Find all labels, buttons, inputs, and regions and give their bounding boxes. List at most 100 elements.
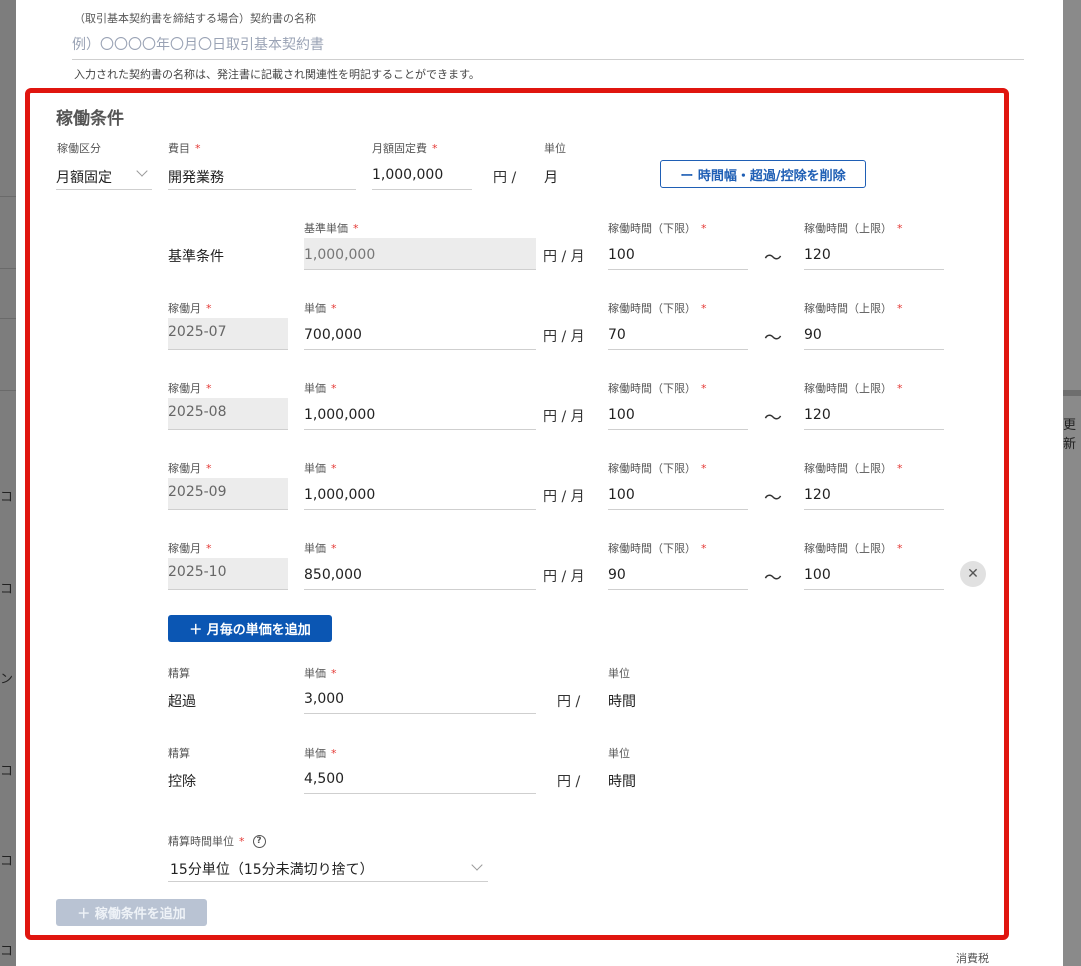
section-title: 稼働条件	[56, 109, 124, 129]
contract-name-help: 入力された契約書の名称は、発注書に記載され関連性を明記することができます。	[74, 68, 480, 81]
background-divider	[1063, 390, 1081, 396]
background-text: コ	[0, 582, 14, 597]
row-unit: 円 / 月	[543, 329, 585, 345]
range-separator: 〜	[764, 248, 782, 269]
background-page-left	[0, 0, 16, 966]
rounding-label: 精算時間単位 * ?	[168, 833, 266, 849]
base-price-input: 1,000,000	[304, 238, 536, 270]
base-upper-input[interactable]: 120	[804, 238, 944, 270]
settlement-unit: 円 /	[557, 774, 581, 790]
lower-hours-input[interactable]: 100	[608, 478, 748, 510]
settlement-unit-label: 単位	[608, 747, 630, 760]
settlement-type: 超過	[168, 694, 196, 710]
month-label: 稼働月 *	[168, 382, 212, 395]
price-label: 単価 *	[304, 542, 337, 555]
contract-name-input[interactable]: 例）〇〇〇〇年〇月〇日取引基本契約書	[72, 30, 1024, 60]
month-field: 2025-09	[168, 478, 288, 510]
background-text: コ	[0, 490, 14, 505]
expense-label: 費目 *	[168, 142, 201, 155]
rounding-value: 15分単位（15分未満切り捨て）	[170, 862, 374, 878]
rounding-select[interactable]: 15分単位（15分未満切り捨て）	[168, 850, 488, 882]
settlement-unit-label: 単位	[608, 667, 630, 680]
tax-label: 消費税	[956, 952, 989, 965]
range-separator: 〜	[764, 488, 782, 509]
upper-label: 稼働時間（上限） *	[804, 302, 903, 315]
remove-range-button[interactable]: ー 時間幅・超過/控除を削除	[660, 160, 866, 188]
background-page-right	[1063, 0, 1081, 966]
month-field: 2025-07	[168, 318, 288, 350]
lower-label: 稼働時間（下限） *	[608, 462, 707, 475]
row-unit: 円 / 月	[543, 409, 585, 425]
upper-label: 稼働時間（上限） *	[804, 462, 903, 475]
add-monthly-price-button[interactable]: ＋ 月毎の単価を追加	[168, 615, 332, 642]
settlement-label: 精算	[168, 667, 190, 680]
base-unit: 円 / 月	[543, 249, 585, 265]
background-text: ン	[0, 672, 14, 687]
highlight-frame	[25, 88, 1009, 940]
lower-hours-input[interactable]: 90	[608, 558, 748, 590]
month-field: 2025-08	[168, 398, 288, 430]
upper-hours-input[interactable]: 120	[804, 478, 944, 510]
upper-label: 稼働時間（上限） *	[804, 382, 903, 395]
unit-price-input[interactable]: 1,000,000	[304, 398, 536, 430]
base-row-label: 基準条件	[168, 249, 224, 265]
row-unit: 円 / 月	[543, 569, 585, 585]
category-value: 月額固定	[56, 170, 112, 186]
settlement-unit: 円 /	[557, 694, 581, 710]
unit-label: 単位	[544, 142, 566, 155]
settlement-unit-value: 時間	[608, 774, 636, 790]
base-lower-label: 稼働時間（下限） *	[608, 222, 707, 235]
fixed-fee-label: 月額固定費 *	[372, 142, 438, 155]
lower-label: 稼働時間（下限） *	[608, 542, 707, 555]
background-text: コ	[0, 764, 14, 779]
background-divider	[0, 196, 16, 197]
lower-hours-input[interactable]: 100	[608, 398, 748, 430]
deduction-price-input[interactable]: 4,500	[304, 762, 536, 794]
base-upper-label: 稼働時間（上限） *	[804, 222, 903, 235]
upper-hours-input[interactable]: 100	[804, 558, 944, 590]
range-separator: 〜	[764, 568, 782, 589]
unit-price-input[interactable]: 1,000,000	[304, 478, 536, 510]
background-text: 更新	[1063, 418, 1077, 452]
upper-label: 稼働時間（上限） *	[804, 542, 903, 555]
lower-label: 稼働時間（下限） *	[608, 382, 707, 395]
category-label: 稼働区分	[57, 142, 101, 155]
month-field: 2025-10	[168, 558, 288, 590]
background-divider	[0, 268, 16, 269]
upper-hours-input[interactable]: 120	[804, 398, 944, 430]
unit-value: 月	[544, 170, 558, 186]
close-icon[interactable]: ✕	[960, 561, 986, 587]
help-icon[interactable]: ?	[252, 834, 266, 848]
base-lower-input[interactable]: 100	[608, 238, 748, 270]
settlement-type: 控除	[168, 774, 196, 790]
base-price-label: 基準単価 *	[304, 222, 359, 235]
price-label: 単価 *	[304, 302, 337, 315]
month-label: 稼働月 *	[168, 542, 212, 555]
range-separator: 〜	[764, 328, 782, 349]
fixed-fee-unit: 円 /	[493, 170, 517, 186]
category-select[interactable]: 月額固定	[56, 158, 152, 190]
range-separator: 〜	[764, 408, 782, 429]
month-label: 稼働月 *	[168, 302, 212, 315]
expense-input[interactable]: 開発業務	[168, 158, 356, 190]
background-text: コ	[0, 944, 14, 959]
row-unit: 円 / 月	[543, 489, 585, 505]
unit-price-input[interactable]: 850,000	[304, 558, 536, 590]
settlement-label: 精算	[168, 747, 190, 760]
background-divider	[0, 390, 16, 391]
add-condition-button[interactable]: ＋ 稼働条件を追加	[56, 899, 207, 926]
unit-price-input[interactable]: 700,000	[304, 318, 536, 350]
settlement-price-label: 単価 *	[304, 747, 337, 760]
background-text: コ	[0, 854, 14, 869]
lower-label: 稼働時間（下限） *	[608, 302, 707, 315]
contract-name-label: （取引基本契約書を締結する場合）契約書の名称	[74, 12, 316, 25]
overtime-price-input[interactable]: 3,000	[304, 682, 536, 714]
upper-hours-input[interactable]: 90	[804, 318, 944, 350]
price-label: 単価 *	[304, 462, 337, 475]
settlement-price-label: 単価 *	[304, 667, 337, 680]
settlement-unit-value: 時間	[608, 694, 636, 710]
lower-hours-input[interactable]: 70	[608, 318, 748, 350]
background-divider	[0, 318, 16, 319]
price-label: 単価 *	[304, 382, 337, 395]
fixed-fee-input[interactable]: 1,000,000	[372, 158, 472, 190]
